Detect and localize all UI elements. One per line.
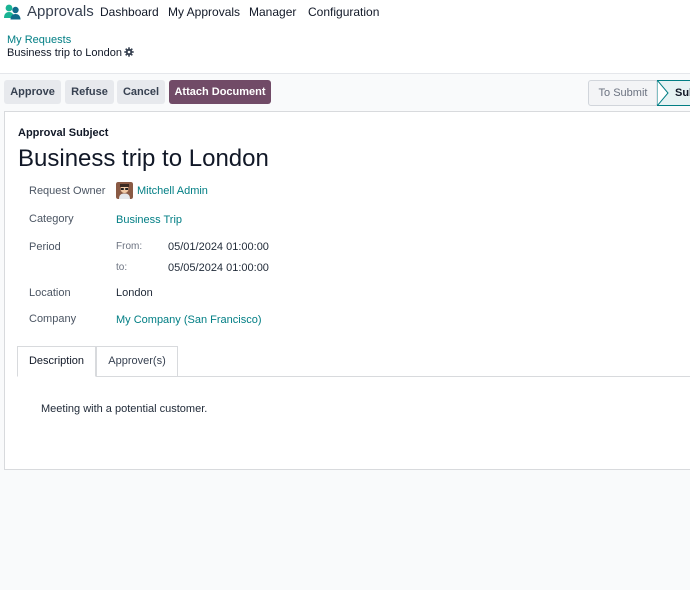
period-from-label: From: (116, 241, 143, 252)
gear-icon[interactable] (124, 47, 134, 57)
notebook-tabs: Description Approver(s) (17, 346, 690, 377)
period-to-value[interactable]: 05/05/2024 01:00:00 (168, 262, 269, 274)
menu-manager[interactable]: Manager (249, 5, 296, 19)
attach-document-button[interactable]: Attach Document (169, 80, 271, 104)
description-text[interactable]: Meeting with a potential customer. (41, 403, 207, 415)
control-panel: My Requests Business trip to London (0, 24, 690, 74)
avatar (116, 182, 133, 199)
top-navbar: Approvals Dashboard My Approvals Manager… (0, 0, 690, 24)
approval-subject[interactable]: Business trip to London (18, 145, 269, 173)
cancel-button[interactable]: Cancel (117, 80, 165, 104)
app-name[interactable]: Approvals (27, 3, 94, 20)
refuse-button[interactable]: Refuse (65, 80, 114, 104)
tab-approvers[interactable]: Approver(s) (96, 346, 178, 376)
period-to-label: to: (116, 262, 128, 273)
location-label: Location (29, 287, 71, 299)
company-link[interactable]: My Company (San Francisco) (116, 314, 262, 326)
stage-active-arrow-icon (657, 80, 669, 106)
period-from-value[interactable]: 05/01/2024 01:00:00 (168, 241, 269, 253)
category-link[interactable]: Business Trip (116, 214, 182, 226)
location-value[interactable]: London (116, 287, 153, 299)
approve-button[interactable]: Approve (4, 80, 61, 104)
stage-to-submit[interactable]: To Submit (588, 80, 658, 106)
approvals-app-icon[interactable] (3, 3, 21, 20)
action-bar: Approve Refuse Cancel Attach Document (0, 74, 690, 110)
period-label: Period (29, 241, 61, 253)
company-label: Company (29, 313, 77, 325)
tab-description[interactable]: Description (17, 346, 96, 377)
menu-configuration[interactable]: Configuration (308, 5, 379, 19)
request-owner-link[interactable]: Mitchell Admin (137, 185, 208, 197)
form-sheet: Approval Subject Business trip to London… (4, 111, 690, 470)
subject-label: Approval Subject (18, 127, 109, 139)
breadcrumb-parent[interactable]: My Requests (7, 34, 71, 46)
menu-my-approvals[interactable]: My Approvals (168, 5, 240, 19)
request-owner-label: Request Owner (29, 185, 106, 197)
category-label: Category (29, 213, 74, 225)
breadcrumb-current: Business trip to London (7, 47, 122, 59)
menu-dashboard[interactable]: Dashboard (100, 5, 159, 19)
